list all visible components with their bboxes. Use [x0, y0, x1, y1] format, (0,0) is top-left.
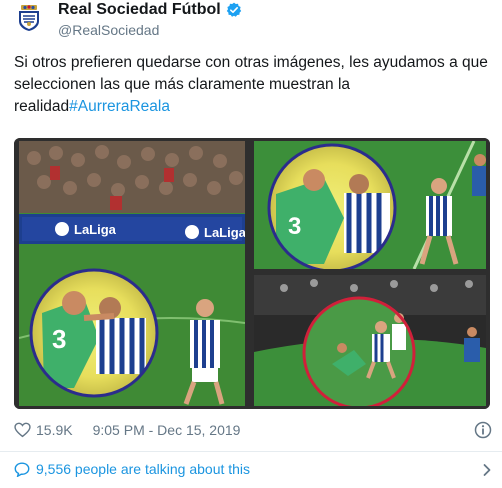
media-panel-bottom-right — [254, 275, 486, 406]
speech-bubble-icon — [14, 461, 30, 477]
conversation-link[interactable]: 9,556 people are talking about this — [14, 461, 250, 477]
heart-icon[interactable] — [14, 422, 31, 438]
tweet-text: Si otros prefieren quedarse con otras im… — [14, 52, 494, 118]
chevron-right-icon[interactable] — [480, 463, 494, 477]
jersey-number-3-large: 3 — [52, 324, 66, 354]
jersey-number-3-small: 3 — [288, 213, 301, 240]
verified-badge-icon — [226, 2, 241, 17]
like-count[interactable]: 15.9K — [36, 422, 73, 438]
tweet-media-collage[interactable]: LaLiga LaLiga 3 3 — [14, 138, 490, 409]
laliga-board-text-2: LaLiga — [204, 225, 247, 240]
talking-count-label[interactable]: 9,556 people are talking about this — [36, 461, 250, 477]
info-icon[interactable] — [474, 421, 492, 439]
footer-divider — [0, 451, 502, 452]
tweet-timestamp[interactable]: 9:05 PM - Dec 15, 2019 — [93, 422, 241, 438]
hashtag-link[interactable]: #AurreraReala — [69, 98, 170, 115]
media-panel-large: LaLiga LaLiga 3 — [19, 141, 247, 406]
account-handle[interactable]: @RealSociedad — [58, 21, 159, 39]
media-panel-top-right: 3 — [254, 141, 486, 269]
real-sociedad-crest-avatar[interactable] — [15, 4, 43, 32]
tweet-meta: 15.9K 9:05 PM - Dec 15, 2019 — [14, 422, 240, 438]
account-name-label[interactable]: Real Sociedad Fútbol — [58, 0, 221, 20]
account-name[interactable]: Real Sociedad Fútbol — [58, 0, 242, 20]
laliga-board-text-1: LaLiga — [74, 222, 117, 237]
